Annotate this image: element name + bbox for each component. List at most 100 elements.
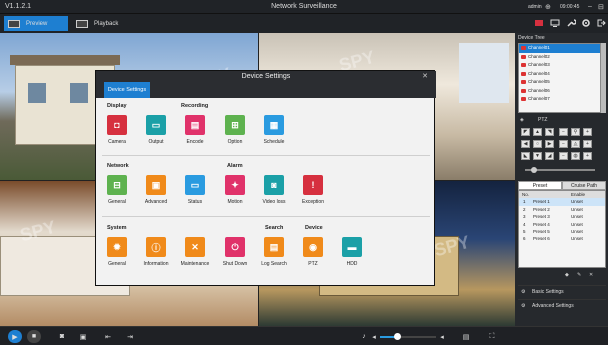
basic-settings-item[interactable]: ⚙ Basic Settings bbox=[518, 285, 606, 297]
record-video-icon[interactable]: ▣ bbox=[76, 330, 90, 343]
section-alarm: Alarm bbox=[227, 163, 243, 169]
encode-button[interactable]: ▤ Encode bbox=[177, 115, 213, 145]
channel-label: Channel02 bbox=[528, 53, 550, 59]
scrollbar[interactable] bbox=[601, 43, 606, 113]
preset-name: Preset 6 bbox=[533, 236, 550, 242]
list-item[interactable]: Channel07 bbox=[519, 95, 600, 104]
option-button[interactable]: ⊞ Option bbox=[217, 115, 253, 145]
item-label: PTZ bbox=[308, 261, 318, 267]
motion-button[interactable]: ✦ Motion bbox=[217, 175, 253, 205]
tab-cruise-path[interactable]: Cruise Path bbox=[562, 181, 606, 190]
network-advanced-button[interactable]: ▣ Advanced bbox=[138, 175, 174, 205]
preset-call-icon[interactable]: ◆ bbox=[565, 272, 569, 278]
ptz-down-left-button[interactable]: ◣ bbox=[521, 152, 530, 160]
video-loss-button[interactable]: ◙ Video loss bbox=[256, 175, 292, 205]
volume-icon[interactable]: ◂ bbox=[369, 330, 379, 343]
ptz-left-button[interactable]: ◀ bbox=[521, 140, 530, 148]
preset-state: Unset bbox=[571, 221, 583, 227]
camera-button[interactable]: ◘ Camera bbox=[99, 115, 135, 145]
hdd-button[interactable]: ▬ HDD bbox=[334, 237, 370, 267]
tab-device-settings[interactable]: Device Settings bbox=[104, 82, 150, 98]
speaker-icon[interactable]: ◂ bbox=[437, 330, 447, 343]
basic-settings-label: Basic Settings bbox=[532, 289, 564, 295]
iris-minus-button[interactable]: − bbox=[559, 152, 568, 160]
next-screen-icon[interactable]: ⇥ bbox=[122, 330, 138, 343]
camera-icon bbox=[521, 54, 526, 59]
log-search-button[interactable]: ▤ Log Search bbox=[256, 237, 292, 267]
camera-icon bbox=[521, 71, 526, 76]
system-general-button[interactable]: ✹ General bbox=[99, 237, 135, 267]
ptz-up-right-button[interactable]: ◥ bbox=[545, 128, 554, 136]
focus-plus-button[interactable]: + bbox=[583, 140, 592, 148]
col-no: No. bbox=[522, 192, 530, 197]
table-row[interactable]: 6 Preset 6 Unset bbox=[519, 235, 605, 242]
list-item[interactable]: Channel01 bbox=[519, 44, 600, 53]
list-item[interactable]: Channel02 bbox=[519, 53, 600, 62]
ptz-right-button[interactable]: ▶ bbox=[545, 140, 554, 148]
status-button[interactable]: ▭ Status bbox=[177, 175, 213, 205]
wrench-icon[interactable] bbox=[566, 18, 576, 28]
play-icon[interactable]: ▶ bbox=[8, 330, 22, 343]
grid-icon: ⊞ bbox=[225, 115, 245, 135]
tab-preset[interactable]: Preset bbox=[518, 181, 562, 190]
ptz-up-left-button[interactable]: ◤ bbox=[521, 128, 530, 136]
camera-icon bbox=[521, 46, 526, 50]
globe-icon[interactable]: ⊕ bbox=[545, 3, 551, 11]
tab-preview[interactable]: Preview bbox=[4, 16, 68, 31]
minimize-icon[interactable]: – bbox=[588, 3, 592, 10]
output-button[interactable]: ▭ Output bbox=[138, 115, 174, 145]
gear-icon[interactable] bbox=[581, 18, 591, 28]
ptz-button[interactable]: ◉ PTZ bbox=[295, 237, 331, 267]
preset-state: Unset bbox=[571, 236, 583, 242]
maintenance-button[interactable]: ✕ Maintenance bbox=[177, 237, 213, 267]
zoom-in-button[interactable]: + bbox=[583, 128, 592, 136]
preset-name: Preset 5 bbox=[533, 228, 550, 234]
exception-button[interactable]: ! Exception bbox=[295, 175, 331, 205]
monitor-icon[interactable] bbox=[550, 18, 560, 28]
iris-plus-button[interactable]: + bbox=[583, 152, 592, 160]
close-icon[interactable]: ✕ bbox=[422, 71, 428, 82]
list-item[interactable]: Channel05 bbox=[519, 78, 600, 87]
table-row[interactable]: 4 Preset 4 Unset bbox=[519, 221, 605, 228]
preset-table[interactable]: No. Enable 1 Preset 1 Unset 2 Preset 2 U… bbox=[518, 190, 606, 268]
ptz-auto-button[interactable]: ○ bbox=[533, 140, 542, 148]
advanced-settings-item[interactable]: ⚙ Advanced Settings bbox=[518, 299, 606, 311]
information-button[interactable]: ⓘ Information bbox=[138, 237, 174, 267]
zoom-out-button[interactable]: − bbox=[559, 128, 568, 136]
schedule-button[interactable]: ▦ Schedule bbox=[256, 115, 292, 145]
prev-screen-icon[interactable]: ⇤ bbox=[100, 330, 116, 343]
maximize-icon[interactable]: ⊟ bbox=[598, 3, 604, 11]
volume-handle[interactable] bbox=[393, 333, 401, 340]
item-label: Motion bbox=[227, 199, 243, 205]
shutdown-button[interactable]: ⏻ Shut Down bbox=[217, 237, 253, 267]
ptz-up-button[interactable]: ▲ bbox=[533, 128, 542, 136]
list-item[interactable]: Channel03 bbox=[519, 61, 600, 70]
layout-icon[interactable]: ▤ bbox=[458, 330, 474, 343]
logout-icon[interactable] bbox=[596, 18, 606, 28]
stop-icon[interactable]: ■ bbox=[27, 330, 41, 343]
fullscreen-icon[interactable]: ⛶ bbox=[484, 330, 500, 343]
preset-delete-icon[interactable]: ✕ bbox=[589, 272, 593, 278]
app-title: Network Surveillance bbox=[271, 3, 337, 10]
camera-icon: ◘ bbox=[107, 115, 127, 135]
ptz-header[interactable]: ◈ PTZ bbox=[518, 117, 605, 125]
ptz-speed-handle[interactable] bbox=[531, 167, 537, 173]
tab-playback[interactable]: Playback bbox=[74, 16, 136, 31]
record-icon[interactable] bbox=[534, 18, 544, 28]
preset-state: Unset bbox=[571, 206, 583, 212]
preset-no: 6 bbox=[523, 236, 526, 242]
focus-minus-button[interactable]: − bbox=[559, 140, 568, 148]
snapshot-icon[interactable]: ◙ bbox=[55, 330, 69, 343]
list-item[interactable]: Channel04 bbox=[519, 70, 600, 79]
channel-list[interactable]: Channel01 Channel02 Channel03 Channel04 … bbox=[518, 43, 601, 113]
ptz-down-right-button[interactable]: ◢ bbox=[545, 152, 554, 160]
table-row[interactable]: 3 Preset 3 Unset bbox=[519, 213, 605, 220]
preset-edit-icon[interactable]: ✎ bbox=[577, 272, 581, 278]
network-general-button[interactable]: ⊟ General bbox=[99, 175, 135, 205]
microphone-icon[interactable]: ♪ bbox=[359, 330, 369, 343]
table-row[interactable]: 5 Preset 5 Unset bbox=[519, 228, 605, 235]
table-row[interactable]: 1 Preset 1 Unset bbox=[519, 198, 605, 206]
ptz-down-button[interactable]: ▼ bbox=[533, 152, 542, 160]
table-row[interactable]: 2 Preset 2 Unset bbox=[519, 206, 605, 213]
list-item[interactable]: Channel06 bbox=[519, 87, 600, 96]
